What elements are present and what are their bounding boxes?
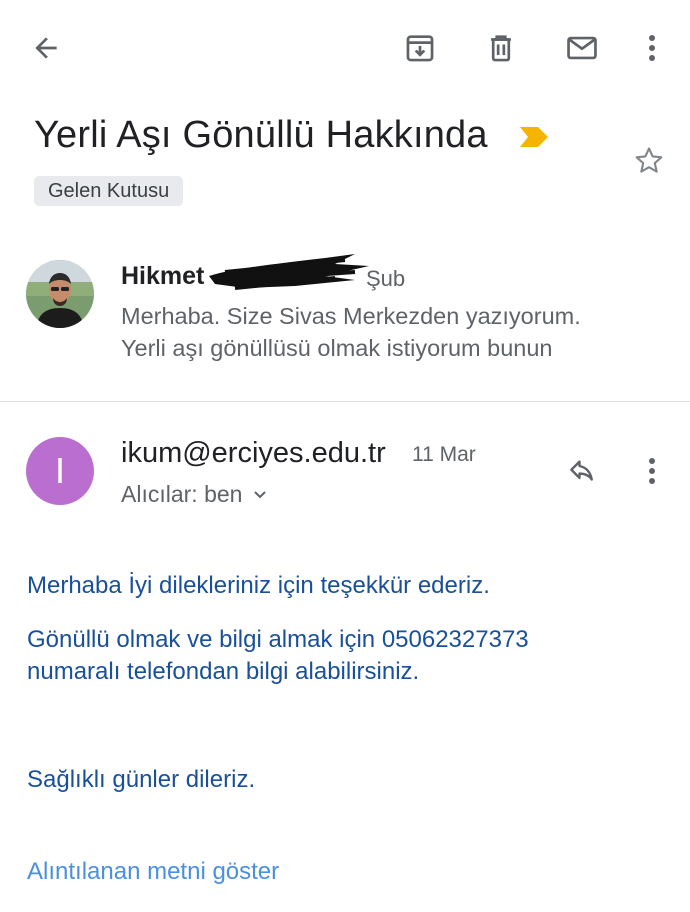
archive-icon xyxy=(406,35,434,62)
redaction-scribble xyxy=(205,246,373,299)
body-line: Gönüllü olmak ve bilgi almak için 050623… xyxy=(27,626,529,653)
message-more-button[interactable] xyxy=(630,449,674,493)
more-vert-icon xyxy=(649,35,655,61)
snippet-line: Merhaba. Size Sivas Merkezden yazıyorum. xyxy=(121,303,581,329)
top-app-bar xyxy=(0,0,690,96)
body-paragraph: Gönüllü olmak ve bilgi almak için 050623… xyxy=(27,624,667,688)
more-vert-icon xyxy=(649,458,655,484)
email-subject: Yerli Aşı Gönüllü Hakkında xyxy=(34,114,488,156)
back-button[interactable] xyxy=(22,26,70,70)
archive-button[interactable] xyxy=(396,26,444,70)
star-outline-icon xyxy=(635,147,663,173)
show-quoted-text-link[interactable]: Alıntılanan metni göster xyxy=(27,858,279,886)
trash-icon xyxy=(491,35,511,62)
label-chip-inbox[interactable]: Gelen Kutusu xyxy=(34,176,184,206)
envelope-icon xyxy=(567,36,597,60)
mark-unread-button[interactable] xyxy=(558,26,606,70)
recipients-toggle[interactable]: Alıcılar: ben xyxy=(121,481,268,508)
recipients-label: Alıcılar: ben xyxy=(121,481,243,507)
avatar xyxy=(26,260,94,328)
star-button[interactable] xyxy=(632,144,666,183)
body-paragraph: Sağlıklı günler dileriz. xyxy=(27,766,256,793)
message-snippet: Merhaba. Size Sivas Merkezden yazıyorum.… xyxy=(121,300,661,364)
message-date: 11 Mar xyxy=(412,443,476,466)
sender-email[interactable]: ikum@erciyes.edu.tr xyxy=(121,437,386,470)
divider xyxy=(0,401,690,402)
reply-icon xyxy=(570,460,593,481)
snippet-line: Yerli aşı gönüllüsü olmak istiyorum bunu… xyxy=(121,335,553,361)
chevron-down-icon xyxy=(252,489,268,501)
body-line: numaralı telefondan bilgi alabilirsiniz. xyxy=(27,658,420,685)
avatar: I xyxy=(26,437,94,505)
body-paragraph: Merhaba İyi dilekleriniz için teşekkür e… xyxy=(27,572,490,599)
importance-marker-icon[interactable] xyxy=(518,126,550,153)
collapsed-message[interactable]: Hikmet Şub Merhaba. Size Sivas Merkezden… xyxy=(0,240,690,402)
delete-button[interactable] xyxy=(477,26,525,70)
more-options-button[interactable] xyxy=(630,26,674,70)
reply-button[interactable] xyxy=(558,449,606,493)
sender-name: Hikmet xyxy=(121,262,205,290)
subject-row: Yerli Aşı Gönüllü Hakkında xyxy=(34,108,674,173)
arrow-back-icon xyxy=(35,37,57,59)
message-date: Şub xyxy=(366,266,406,291)
